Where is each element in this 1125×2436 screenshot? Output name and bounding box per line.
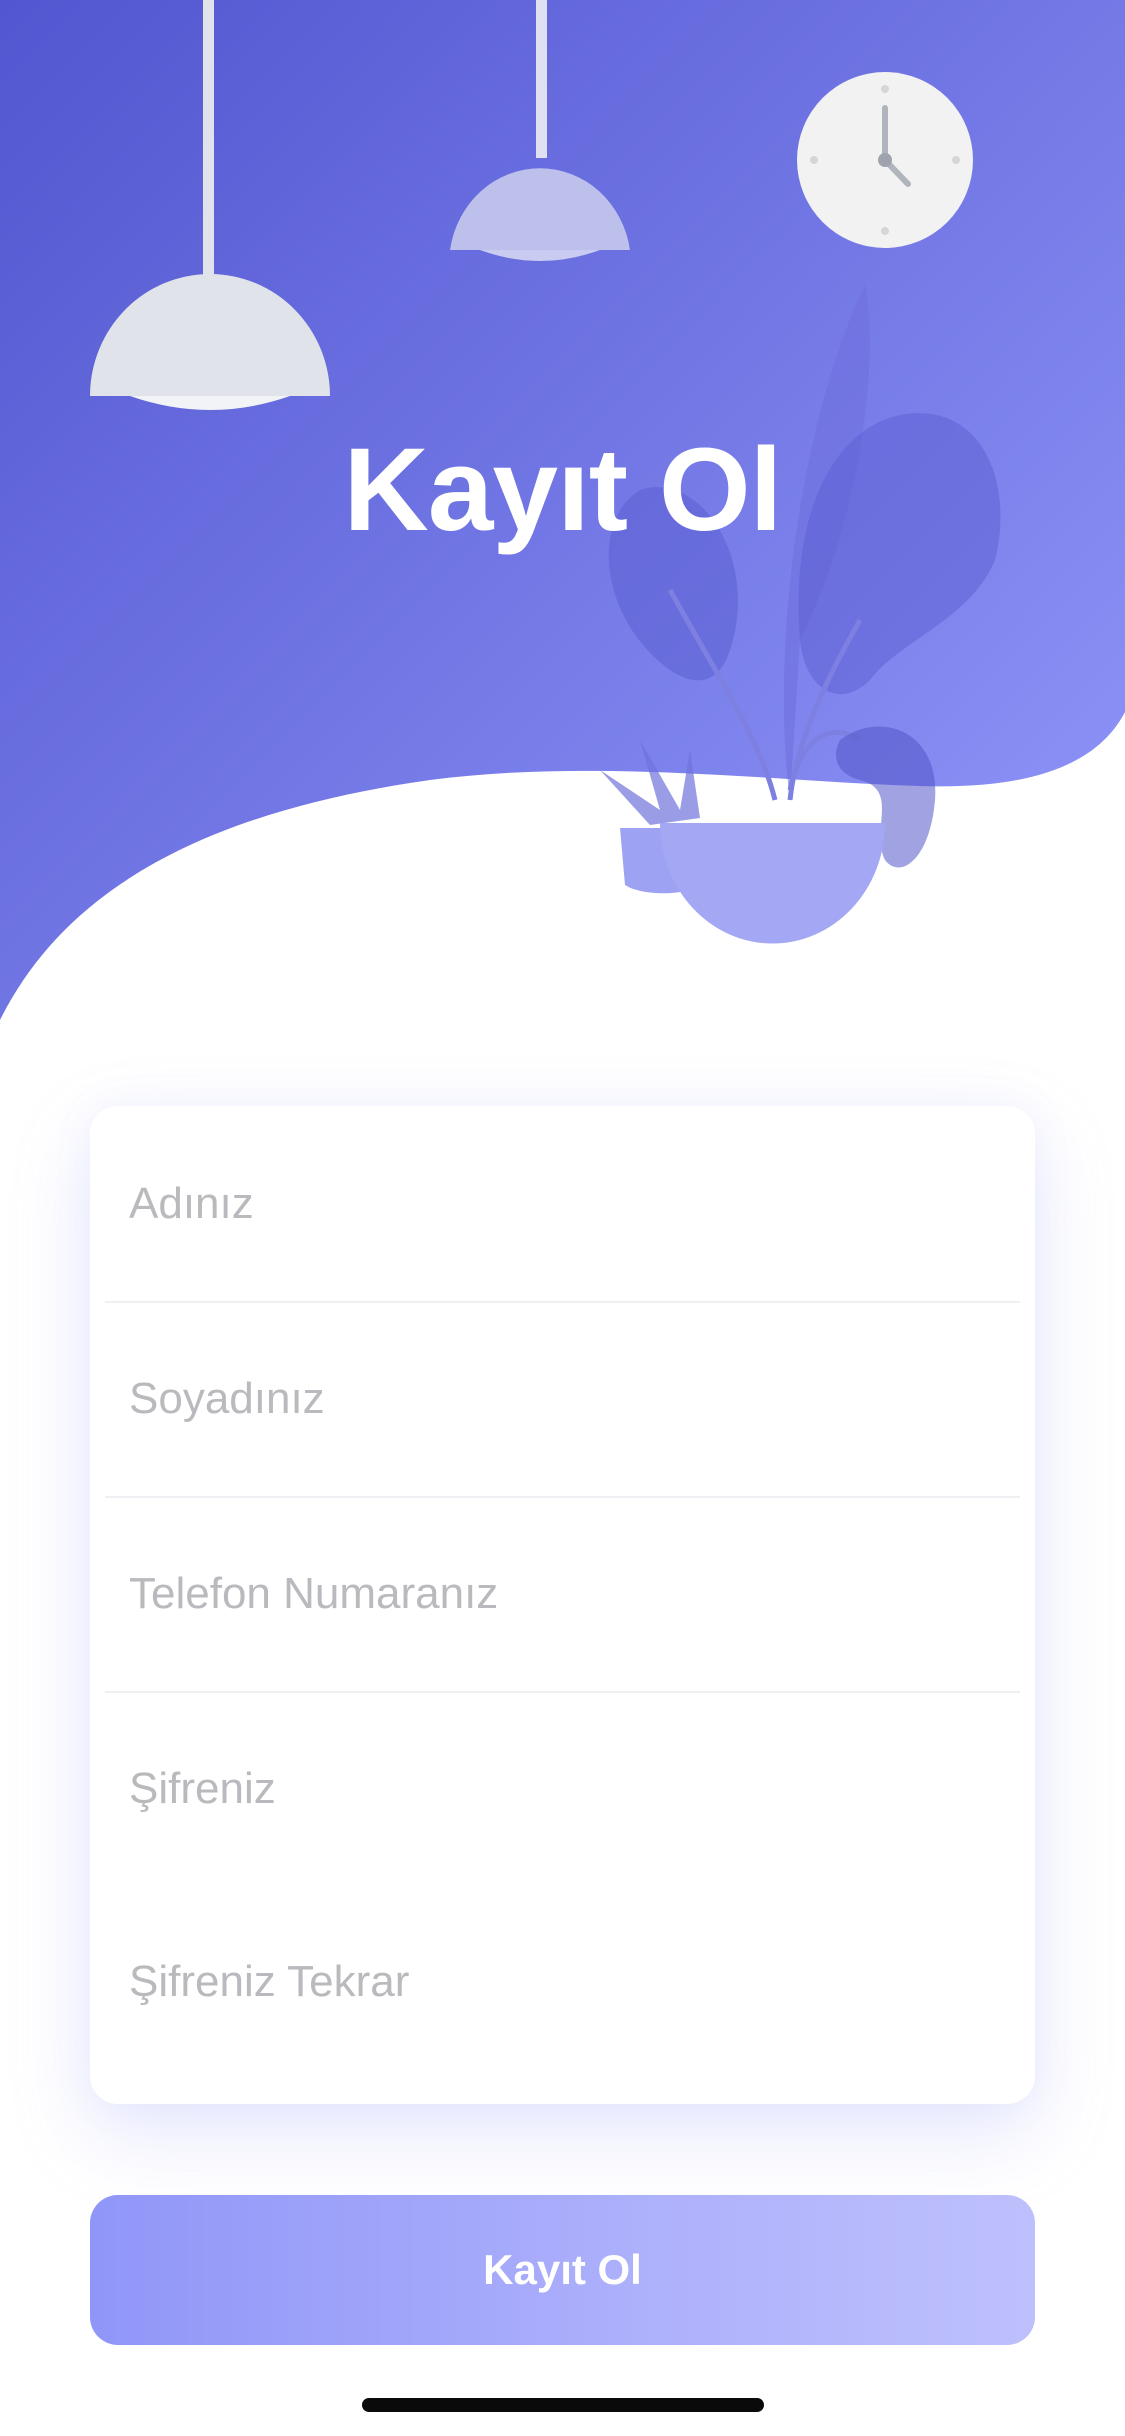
page-title: Kayıt Ol bbox=[343, 424, 783, 556]
password-input[interactable] bbox=[129, 1691, 989, 1886]
last-name-input[interactable] bbox=[129, 1301, 989, 1496]
first-name-input[interactable] bbox=[129, 1106, 989, 1301]
password-confirm-field bbox=[105, 1884, 1020, 2079]
phone-field bbox=[105, 1496, 1020, 1693]
signup-form-card bbox=[90, 1106, 1035, 2104]
first-name-field bbox=[105, 1106, 1020, 1303]
phone-input[interactable] bbox=[129, 1496, 989, 1691]
wall-clock-icon bbox=[797, 72, 973, 248]
last-name-field bbox=[105, 1301, 1020, 1498]
signup-screen: Kayıt Ol Kayıt Ol bbox=[0, 0, 1125, 2436]
password-confirm-input[interactable] bbox=[129, 1884, 989, 2079]
home-indicator[interactable] bbox=[362, 2398, 764, 2412]
register-button[interactable]: Kayıt Ol bbox=[90, 2195, 1035, 2345]
password-field bbox=[105, 1691, 1020, 1886]
